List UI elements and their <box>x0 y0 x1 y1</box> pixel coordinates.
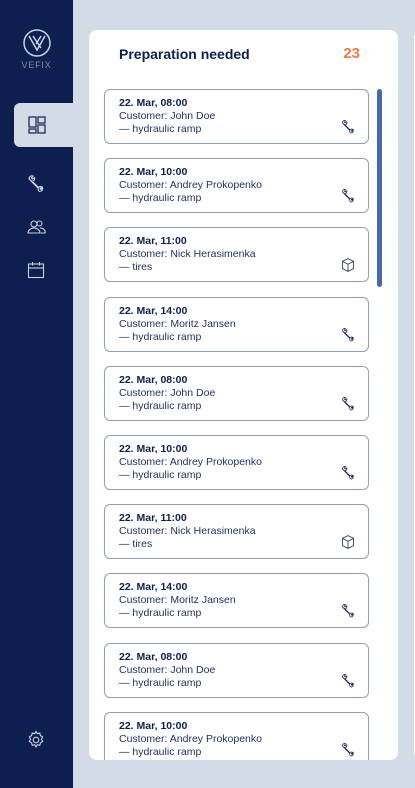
brand-logo[interactable]: VEFIX <box>0 28 73 70</box>
order-customer: Customer: Nick Herasimenka <box>119 248 256 260</box>
order-time: 22. Mar, 10:00 <box>119 720 188 732</box>
wrench-icon <box>342 328 354 342</box>
nav-item-customers[interactable] <box>22 213 50 241</box>
order-time: 22. Mar, 10:00 <box>119 166 188 178</box>
order-card[interactable]: 22. Mar, 10:00 Customer: Andrey Prokopenk… <box>104 712 369 760</box>
order-card[interactable]: 22. Mar, 14:00 Customer: Moritz Jansen — h… <box>104 573 369 628</box>
scrollbar[interactable] <box>377 89 382 760</box>
gear-icon <box>28 730 44 748</box>
order-customer: Customer: Moritz Jansen <box>119 318 236 330</box>
order-service: — tires <box>119 261 153 273</box>
order-service: — hydraulic ramp <box>119 192 202 204</box>
wrench-icon <box>342 120 354 134</box>
wrench-icon <box>342 466 354 480</box>
nav-item-calendar[interactable] <box>22 256 50 284</box>
box-icon <box>342 258 354 272</box>
order-service: — tires <box>119 538 153 550</box>
order-customer: Customer: John Doe <box>119 110 216 122</box>
order-customer: Customer: Nick Herasimenka <box>119 525 256 537</box>
wrench-icon <box>342 674 354 688</box>
calendar-icon <box>27 262 45 279</box>
order-service: — hydraulic ramp <box>119 331 202 343</box>
users-icon <box>27 220 46 234</box>
preparation-panel: Preparation needed 23 22. Mar, 08:00 Cust… <box>89 30 398 760</box>
box-icon <box>342 535 354 549</box>
order-time: 22. Mar, 11:00 <box>119 235 187 247</box>
wrench-icon <box>342 743 354 757</box>
order-customer: Customer: Andrey Prokopenko <box>119 456 262 468</box>
order-card[interactable]: 22. Mar, 10:00 Customer: Andrey Prokopenk… <box>104 435 369 490</box>
order-customer: Customer: John Doe <box>119 387 216 399</box>
order-card[interactable]: 22. Mar, 08:00 Customer: John Doe — hydrau… <box>104 643 369 698</box>
order-card[interactable]: 22. Mar, 08:00 Customer: John Doe — hydrau… <box>104 366 369 421</box>
dashboard-icon <box>27 116 46 134</box>
panel-count-badge: 23 <box>343 45 360 62</box>
wrench-icon <box>342 604 354 618</box>
wrench-icon <box>28 175 44 193</box>
order-customer: Customer: Andrey Prokopenko <box>119 733 262 745</box>
nav-item-dashboard[interactable] <box>14 103 73 147</box>
order-time: 22. Mar, 08:00 <box>119 97 188 109</box>
order-card[interactable]: 22. Mar, 11:00 Customer: Nick Herasimenka… <box>104 227 369 282</box>
order-card[interactable]: 22. Mar, 11:00 Customer: Nick Herasimenka… <box>104 504 369 559</box>
order-customer: Customer: Moritz Jansen <box>119 594 236 606</box>
order-service: — hydraulic ramp <box>119 469 202 481</box>
order-service: — hydraulic ramp <box>119 607 202 619</box>
order-service: — hydraulic ramp <box>119 677 202 689</box>
order-card[interactable]: 22. Mar, 08:00 Customer: John Doe — hydrau… <box>104 89 369 144</box>
order-customer: Customer: John Doe <box>119 664 216 676</box>
brand-name: VEFIX <box>21 60 52 70</box>
nav-item-services[interactable] <box>22 170 50 198</box>
order-time: 22. Mar, 08:00 <box>119 651 188 663</box>
order-list[interactable]: 22. Mar, 08:00 Customer: John Doe — hydrau… <box>104 89 369 760</box>
order-time: 22. Mar, 14:00 <box>119 581 188 593</box>
order-time: 22. Mar, 10:00 <box>119 443 188 455</box>
order-service: — hydraulic ramp <box>119 400 202 412</box>
order-time: 22. Mar, 14:00 <box>119 305 188 317</box>
settings-button[interactable] <box>24 728 48 752</box>
scrollbar-thumb[interactable] <box>377 89 382 287</box>
wrench-icon <box>342 397 354 411</box>
order-time: 22. Mar, 11:00 <box>119 512 187 524</box>
logo-icon <box>22 29 51 57</box>
order-service: — hydraulic ramp <box>119 123 202 135</box>
wrench-icon <box>342 189 354 203</box>
order-service: — hydraulic ramp <box>119 746 202 758</box>
order-customer: Customer: Andrey Prokopenko <box>119 179 262 191</box>
sidebar: VEFIX <box>0 0 73 788</box>
order-card[interactable]: 22. Mar, 14:00 Customer: Moritz Jansen — h… <box>104 297 369 352</box>
panel-title: Preparation needed <box>119 46 250 62</box>
order-time: 22. Mar, 08:00 <box>119 374 188 386</box>
order-card[interactable]: 22. Mar, 10:00 Customer: Andrey Prokopenk… <box>104 158 369 213</box>
